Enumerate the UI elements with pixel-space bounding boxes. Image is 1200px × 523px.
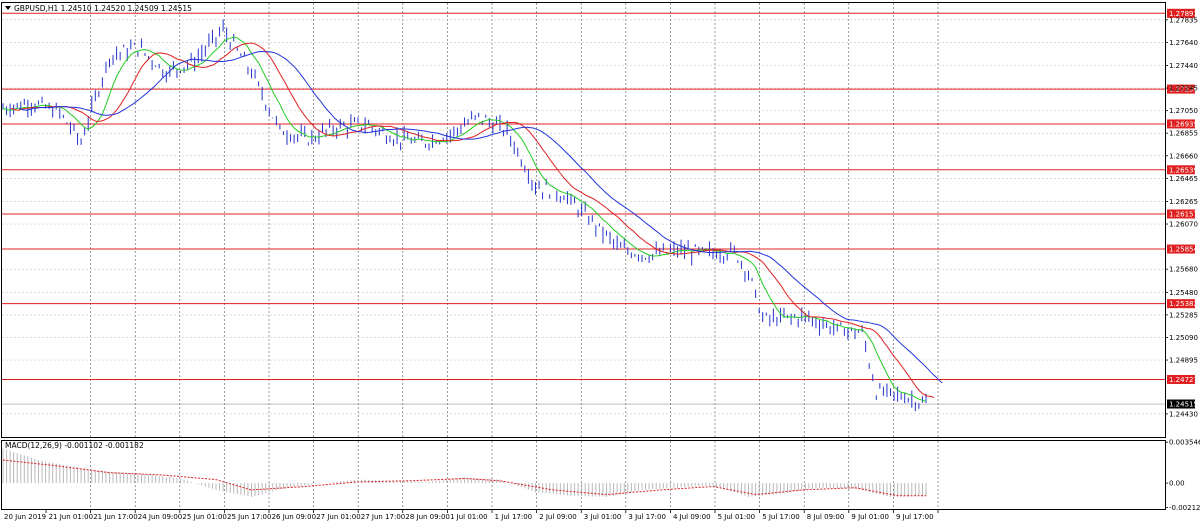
- macd-title: MACD(12,26,9) -0.001102 -0.001182: [5, 441, 144, 450]
- time-tick-label: 4 Jul 09:00: [673, 513, 711, 521]
- time-tick-label: 26 Jun 09:00: [272, 513, 316, 521]
- price-tick-label: 1.25480: [1169, 289, 1198, 297]
- price-tick-label: 1.27440: [1169, 62, 1198, 70]
- price-tick-label: 1.27835: [1169, 16, 1198, 24]
- level-tag-label: 1.26539: [1169, 166, 1198, 174]
- price-tick-label: 1.27245: [1169, 85, 1198, 93]
- level-tag-label: 1.25382: [1169, 300, 1198, 308]
- time-tick-label: 20 Jun 2019: [4, 513, 46, 521]
- price-tick-label: 1.24430: [1169, 410, 1198, 418]
- time-tick-label: 3 Jul 01:00: [584, 513, 622, 521]
- time-tick-label: 27 Jun 01:00: [316, 513, 360, 521]
- time-tick-label: 5 Jul 17:00: [762, 513, 800, 521]
- price-tick-label: 1.27050: [1169, 107, 1198, 115]
- level-tag-label: 1.26157: [1169, 210, 1198, 218]
- price-tick-label: 1.25680: [1169, 266, 1198, 274]
- time-tick-label: 1 Jul 17:00: [495, 513, 533, 521]
- macd-tick-label: 0.003546: [1169, 439, 1200, 447]
- time-tick-label: 24 Jun 09:00: [138, 513, 182, 521]
- time-tick-label: 25 Jun 01:00: [182, 513, 226, 521]
- time-tick-label: 2 Jul 09:00: [539, 513, 577, 521]
- level-tag-label: 1.24727: [1169, 376, 1198, 384]
- level-tag-label: 1.25854: [1169, 246, 1198, 254]
- price-tick-label: 1.26660: [1169, 152, 1198, 160]
- time-tick-label: 21 Jun 17:00: [93, 513, 137, 521]
- price-tick-label: 1.25090: [1169, 334, 1198, 342]
- macd-tick-label: 0.00: [1169, 480, 1185, 488]
- time-tick-label: 3 Jul 17:00: [628, 513, 666, 521]
- price-tick-label: 1.27640: [1169, 39, 1198, 47]
- time-tick-label: 27 Jun 17:00: [361, 513, 405, 521]
- current-price-label: 1.24515: [1169, 401, 1198, 409]
- price-tick-label: 1.25285: [1169, 311, 1198, 319]
- time-tick-label: 9 Jul 01:00: [851, 513, 889, 521]
- price-chart[interactable]: 0.0035460.00-0.002121 1.278911.272361.26…: [0, 0, 1200, 523]
- time-tick-label: 25 Jun 17:00: [227, 513, 271, 521]
- price-tick-label: 1.26465: [1169, 175, 1198, 183]
- price-tick-label: 1.26070: [1169, 221, 1198, 229]
- time-tick-label: 21 Jun 01:00: [49, 513, 93, 521]
- time-tick-label: 5 Jul 01:00: [718, 513, 756, 521]
- chart-background: [0, 0, 1200, 523]
- time-tick-label: 1 Jul 01:00: [450, 513, 488, 521]
- time-tick-label: 9 Jul 17:00: [896, 513, 934, 521]
- price-tick-label: 1.26265: [1169, 198, 1198, 206]
- time-tick-label: 28 Jun 09:00: [405, 513, 449, 521]
- price-tick-label: 1.26855: [1169, 130, 1198, 138]
- macd-tick-label: -0.002121: [1169, 504, 1200, 512]
- price-tick-label: 1.24895: [1169, 357, 1198, 365]
- time-tick-label: 8 Jul 09:00: [807, 513, 845, 521]
- symbol-title: GBPUSD,H1 1.24510 1.24520 1.24509 1.2451…: [14, 4, 192, 13]
- level-tag-label: 1.26935: [1169, 120, 1198, 128]
